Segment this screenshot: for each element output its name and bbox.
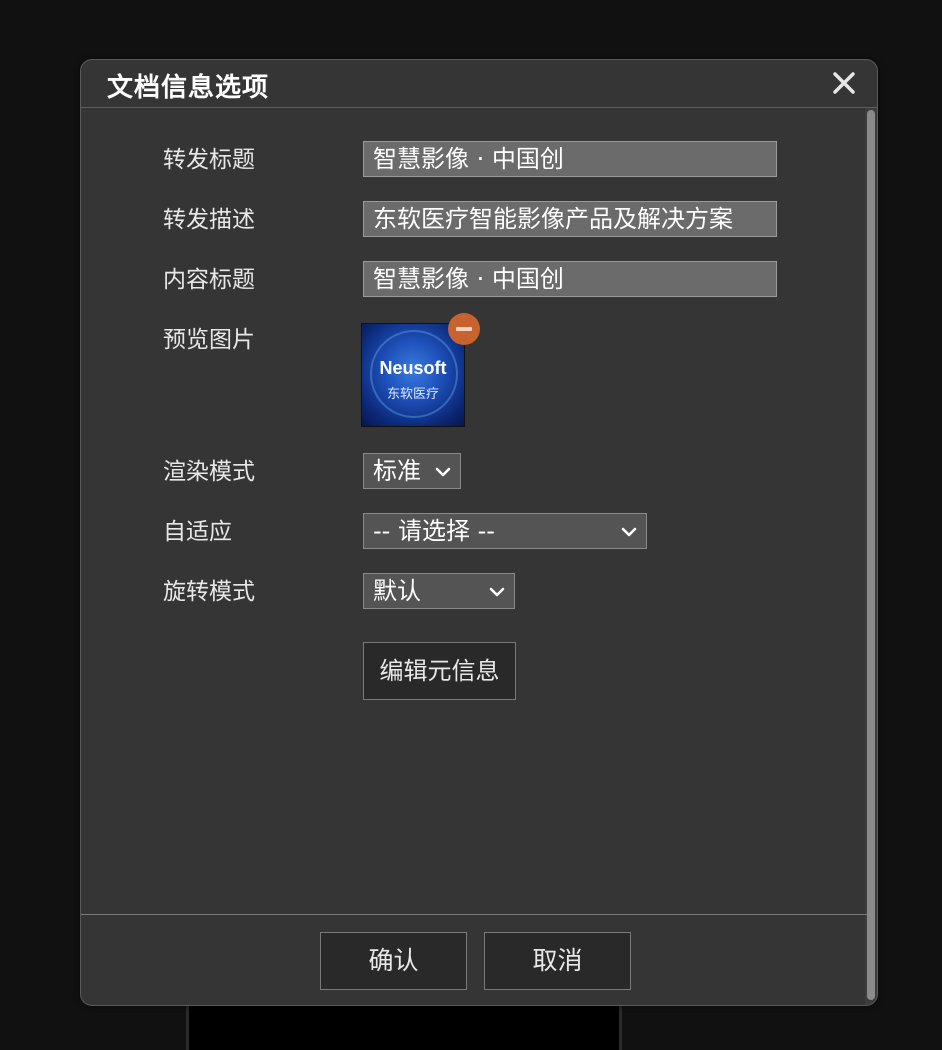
share-description-label: 转发描述	[163, 207, 255, 233]
render-mode-selected: 标准	[373, 457, 421, 485]
document-info-dialog: 文档信息选项 转发标题 智慧影像 · 中国创 转发描述 东软医疗智能影像产品及解…	[80, 59, 878, 1006]
cancel-button[interactable]: 取消	[484, 932, 631, 990]
content-title-input[interactable]: 智慧影像 · 中国创	[363, 261, 777, 297]
dialog-title-bar: 文档信息选项	[81, 60, 877, 108]
share-title-label: 转发标题	[163, 147, 255, 173]
chevron-down-icon	[489, 587, 505, 597]
preview-image-thumbnail[interactable]: Neusoft 东软医疗	[361, 323, 465, 427]
rotation-mode-selected: 默认	[373, 577, 421, 605]
confirm-button[interactable]: 确认	[320, 932, 467, 990]
thumbnail-brand-text: Neusoft	[379, 358, 447, 378]
content-title-label: 内容标题	[163, 267, 255, 293]
minus-circle-icon	[456, 327, 472, 331]
chevron-down-icon	[435, 467, 451, 477]
scrollbar[interactable]	[865, 108, 877, 1005]
rotation-mode-select[interactable]: 默认	[363, 573, 515, 609]
scrollbar-thumb[interactable]	[867, 110, 875, 1000]
share-title-input[interactable]: 智慧影像 · 中国创	[363, 141, 777, 177]
close-icon[interactable]	[831, 70, 857, 96]
preview-image-label: 预览图片	[163, 327, 255, 353]
adaptive-select[interactable]: -- 请选择 --	[363, 513, 647, 549]
dialog-title: 文档信息选项	[107, 73, 270, 103]
thumbnail-brand-subtext: 东软医疗	[386, 387, 439, 402]
share-description-input[interactable]: 东软医疗智能影像产品及解决方案	[363, 201, 777, 237]
render-mode-select[interactable]: 标准	[363, 453, 461, 489]
rotation-mode-label: 旋转模式	[163, 579, 255, 605]
chevron-down-icon	[621, 527, 637, 537]
adaptive-label: 自适应	[163, 519, 232, 545]
adaptive-selected: -- 请选择 --	[373, 517, 495, 545]
footer-divider	[81, 914, 867, 915]
edit-metadata-button[interactable]: 编辑元信息	[363, 642, 516, 700]
remove-image-button[interactable]	[448, 313, 480, 345]
render-mode-label: 渲染模式	[163, 459, 255, 485]
